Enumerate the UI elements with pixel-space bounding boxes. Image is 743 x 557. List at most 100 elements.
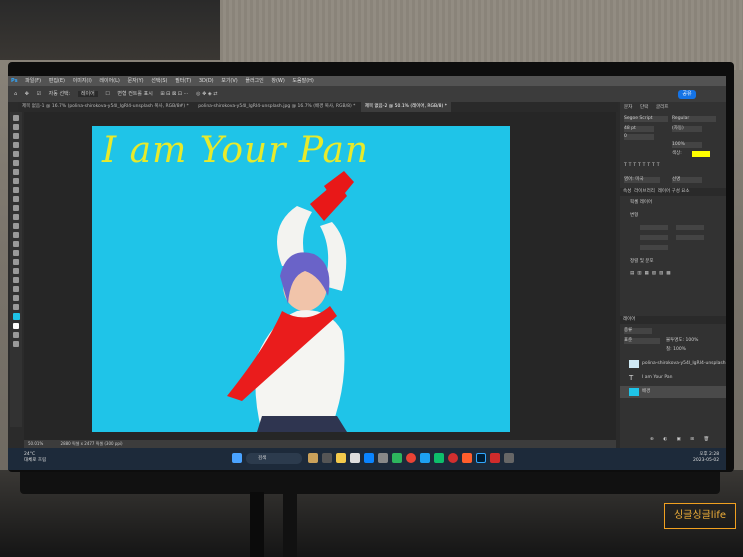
- transform-section[interactable]: 변형: [630, 212, 638, 220]
- tab-layer-comps[interactable]: 레이어 구성 요소: [658, 189, 690, 194]
- layer-row[interactable]: 배경: [620, 386, 726, 398]
- app-icon[interactable]: [462, 453, 472, 463]
- tab-character[interactable]: 문자: [624, 104, 632, 112]
- app-icon[interactable]: [392, 453, 402, 463]
- transform-x-field[interactable]: [640, 235, 668, 240]
- app-icon[interactable]: [350, 453, 360, 463]
- horizontal-scale-field[interactable]: 100%: [672, 142, 702, 148]
- layer-row[interactable]: T I am Your Pan: [620, 372, 726, 384]
- start-icon[interactable]: [232, 453, 242, 463]
- background-color-swatch[interactable]: [13, 323, 19, 329]
- font-size-field[interactable]: 48 pt: [624, 126, 654, 132]
- eyedropper-tool-icon[interactable]: [13, 169, 19, 175]
- align-icons[interactable]: ⊞ ⊟ ⊠ ⊡ ⋯: [160, 91, 188, 97]
- opacity-field[interactable]: 불투명도: 100%: [666, 337, 698, 345]
- hand-tool-icon[interactable]: [13, 286, 19, 292]
- tab-document-3[interactable]: 제목 없음-2 @ 50.1% (레이어, RGB/8) *: [360, 102, 451, 112]
- gradient-tool-icon[interactable]: [13, 223, 19, 229]
- font-style-select[interactable]: Regular: [672, 116, 716, 122]
- canvas-area[interactable]: I am Your Pan: [24, 112, 616, 440]
- menu-help[interactable]: 도움말(H): [292, 78, 313, 84]
- menu-3d[interactable]: 3D(D): [199, 78, 214, 84]
- layer-select-dropdown[interactable]: 레이어: [77, 91, 98, 97]
- eraser-tool-icon[interactable]: [13, 214, 19, 220]
- tab-libraries[interactable]: 라이브러리: [634, 189, 655, 194]
- tab-glyphs[interactable]: 글리프: [656, 104, 668, 112]
- stamp-tool-icon[interactable]: [13, 196, 19, 202]
- type-tool-icon[interactable]: [13, 259, 19, 265]
- layers-title[interactable]: 레이어: [620, 316, 726, 324]
- kerning-field[interactable]: 0: [624, 134, 654, 140]
- menu-image[interactable]: 이미지(I): [73, 78, 92, 84]
- text-color-swatch[interactable]: [692, 151, 710, 157]
- fill-field[interactable]: 칠: 100%: [666, 346, 686, 354]
- history-brush-tool-icon[interactable]: [13, 205, 19, 211]
- menu-file[interactable]: 파일(F): [25, 78, 41, 84]
- language-select[interactable]: 영어: 미국: [624, 177, 660, 183]
- auto-select-checkbox[interactable]: ☑: [37, 91, 41, 97]
- blur-tool-icon[interactable]: [13, 232, 19, 238]
- transform-width-field[interactable]: [640, 225, 668, 230]
- transform-checkbox[interactable]: ☐: [105, 91, 109, 97]
- clock[interactable]: 오후 2:28 2023-05-02: [693, 452, 719, 464]
- zoom-tool-icon[interactable]: [13, 295, 19, 301]
- search-box[interactable]: 검색: [246, 453, 302, 464]
- healing-tool-icon[interactable]: [13, 178, 19, 184]
- screen-mode-icon[interactable]: [13, 341, 19, 347]
- menu-edit[interactable]: 편집(E): [49, 78, 65, 84]
- brush-tool-icon[interactable]: [13, 187, 19, 193]
- tab-properties[interactable]: 속성: [623, 189, 631, 194]
- transform-height-field[interactable]: [676, 225, 704, 230]
- app-icon[interactable]: [434, 453, 444, 463]
- tab-document-2[interactable]: polina-shirokova-y54l_IgRI4-unsplash.jpg…: [194, 102, 359, 112]
- type-style-icons[interactable]: TTTTTTTT: [624, 162, 661, 170]
- menu-window[interactable]: 창(W): [271, 78, 284, 84]
- zoom-level[interactable]: 50.01%: [28, 441, 43, 446]
- task-view-icon[interactable]: [322, 453, 332, 463]
- app-icon[interactable]: [420, 453, 430, 463]
- menu-type[interactable]: 문자(Y): [127, 78, 143, 84]
- home-icon[interactable]: ⌂: [14, 91, 17, 97]
- antialias-select[interactable]: 선명: [672, 177, 702, 183]
- crop-tool-icon[interactable]: [13, 151, 19, 157]
- quick-mask-icon[interactable]: [13, 332, 19, 338]
- 3d-mode-icons[interactable]: ◎ ✥ ◈ ⇄: [196, 91, 217, 97]
- photoshop-icon[interactable]: [476, 453, 486, 463]
- menu-select[interactable]: 선택(S): [151, 78, 167, 84]
- align-section[interactable]: 정렬 및 분포: [630, 258, 654, 266]
- mail-icon[interactable]: [364, 453, 374, 463]
- tab-paragraph[interactable]: 단락: [640, 104, 648, 112]
- share-button[interactable]: 공유: [678, 90, 696, 99]
- dodge-tool-icon[interactable]: [13, 241, 19, 247]
- path-select-tool-icon[interactable]: [13, 268, 19, 274]
- chrome-icon[interactable]: [406, 453, 416, 463]
- transform-y-field[interactable]: [676, 235, 704, 240]
- frame-tool-icon[interactable]: [13, 160, 19, 166]
- foreground-color-swatch[interactable]: [13, 313, 20, 320]
- weather-widget[interactable]: 24°C 대체로 흐림: [24, 452, 46, 464]
- ps-logo[interactable]: Ps: [11, 78, 18, 84]
- document-canvas[interactable]: I am Your Pan: [92, 126, 510, 432]
- marquee-tool-icon[interactable]: [13, 124, 19, 130]
- move-tool-icon[interactable]: [13, 115, 19, 121]
- font-family-select[interactable]: Segoe Script: [624, 116, 668, 122]
- file-explorer-icon[interactable]: [336, 453, 346, 463]
- app-icon[interactable]: [448, 453, 458, 463]
- menu-layer[interactable]: 레이어(L): [99, 78, 120, 84]
- menu-plugins[interactable]: 플러그인: [245, 78, 263, 84]
- app-icon[interactable]: [504, 453, 514, 463]
- tab-document-1[interactable]: 제목 없음-1 @ 16.7% (polina-shirokova-y54l_I…: [18, 102, 193, 112]
- magic-wand-tool-icon[interactable]: [13, 142, 19, 148]
- app-icon[interactable]: [490, 453, 500, 463]
- app-icon[interactable]: [308, 453, 318, 463]
- layer-row[interactable]: polina-shirokova-y54l_IgRI4-unsplash: [620, 358, 726, 370]
- leading-field[interactable]: (자동): [672, 126, 702, 132]
- shape-tool-icon[interactable]: [13, 277, 19, 283]
- app-icon[interactable]: [378, 453, 388, 463]
- layer-actions-icons[interactable]: ⊕ ◐ ▣ ⊞ 🗑: [650, 436, 713, 444]
- pen-tool-icon[interactable]: [13, 250, 19, 256]
- menu-view[interactable]: 보기(V): [221, 78, 238, 84]
- lasso-tool-icon[interactable]: [13, 133, 19, 139]
- menu-filter[interactable]: 필터(T): [175, 78, 191, 84]
- move-icon[interactable]: ✥: [25, 91, 29, 97]
